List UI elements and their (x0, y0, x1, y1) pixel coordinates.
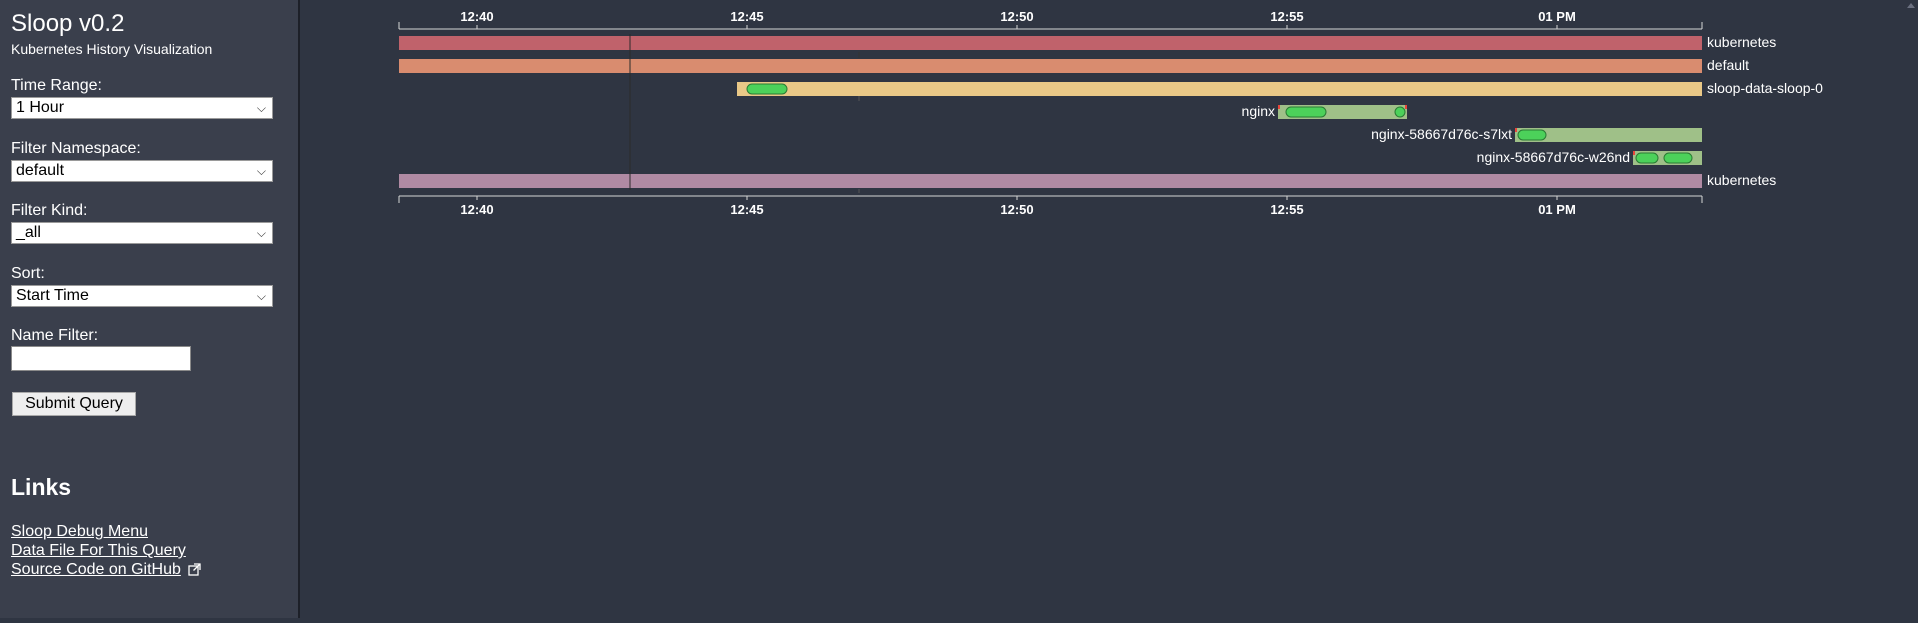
time-range-label: Time Range: (11, 77, 102, 94)
namespace-value: default (16, 162, 65, 179)
time-range-select[interactable]: 1 Hour ⌵ (11, 97, 273, 119)
row-label: kubernetes (1707, 172, 1776, 188)
time-range-value: 1 Hour (16, 99, 65, 116)
data-file-link[interactable]: Data File For This Query (11, 542, 186, 560)
row-label: sloop-data-sloop-0 (1707, 80, 1823, 96)
resource-bar-kubernetes-node[interactable] (399, 174, 1702, 188)
timeline-panel: 12:40 12:45 12:50 12:55 01 PM 12:40 12:4… (300, 0, 1918, 618)
row-label: nginx-58667d76c-s7lxt (1371, 126, 1512, 142)
heatmap-tick (1405, 105, 1407, 109)
kind-value: _all (16, 224, 41, 241)
event-marker[interactable] (1285, 106, 1327, 118)
resource-bar-kubernetes[interactable] (399, 36, 1702, 50)
sort-label: Sort: (11, 265, 45, 282)
row-label: kubernetes (1707, 34, 1776, 50)
chevron-down-icon: ⌵ (256, 226, 266, 240)
resource-bar-sloop-data-sloop-0[interactable] (737, 82, 1702, 96)
bottom-tick-label: 01 PM (1538, 202, 1576, 217)
chevron-down-icon: ⌵ (256, 101, 266, 115)
scroll-up-arrow-icon[interactable] (1907, 3, 1915, 8)
event-marker[interactable] (746, 83, 788, 95)
app-title: Sloop v0.2 (11, 10, 125, 37)
bottom-tick-label: 12:55 (1270, 202, 1303, 217)
submit-query-button[interactable]: Submit Query (12, 392, 136, 416)
event-marker[interactable] (1635, 152, 1659, 164)
app-subtitle: Kubernetes History Visualization (11, 41, 213, 57)
bottom-tick-label: 12:50 (1000, 202, 1033, 217)
chevron-down-icon: ⌵ (256, 164, 266, 178)
bottom-tick-label: 12:40 (460, 202, 493, 217)
sort-value: Start Time (16, 287, 89, 304)
event-marker[interactable] (1663, 152, 1693, 164)
kind-select[interactable]: _all ⌵ (11, 222, 273, 244)
row-label: nginx-58667d76c-w26nd (1477, 149, 1630, 165)
timeline-chart: 12:40 12:45 12:50 12:55 01 PM 12:40 12:4… (398, 9, 1823, 217)
heatmap-tick (1515, 128, 1517, 132)
links-heading: Links (11, 474, 72, 500)
namespace-label: Filter Namespace: (11, 140, 141, 157)
top-tick-label: 12:55 (1270, 9, 1303, 24)
row-label: nginx (1242, 103, 1275, 119)
external-link-icon (188, 563, 201, 576)
name-filter-label: Name Filter: (11, 327, 99, 344)
top-tick-label: 12:45 (730, 9, 763, 24)
github-source-link[interactable]: Source Code on GitHub (11, 561, 181, 579)
kind-label: Filter Kind: (11, 202, 88, 219)
heatmap-tick (1278, 105, 1280, 109)
sidebar: Sloop v0.2 Kubernetes History Visualizat… (0, 0, 300, 618)
bottom-tick-label: 12:45 (730, 202, 763, 217)
chevron-down-icon: ⌵ (256, 289, 266, 303)
top-tick-label: 12:40 (460, 9, 493, 24)
top-tick-label: 01 PM (1538, 9, 1576, 24)
name-filter-input[interactable] (11, 346, 191, 371)
event-marker[interactable] (1394, 106, 1406, 118)
sort-select[interactable]: Start Time ⌵ (11, 285, 273, 307)
scrollbar[interactable] (1904, 0, 1918, 618)
namespace-select[interactable]: default ⌵ (11, 160, 273, 182)
top-tick-label: 12:50 (1000, 9, 1033, 24)
debug-menu-link[interactable]: Sloop Debug Menu (11, 523, 148, 541)
event-marker[interactable] (1517, 129, 1547, 141)
heatmap-tick (1633, 151, 1635, 155)
resource-bar-default[interactable] (399, 59, 1702, 73)
row-label: default (1707, 57, 1749, 73)
